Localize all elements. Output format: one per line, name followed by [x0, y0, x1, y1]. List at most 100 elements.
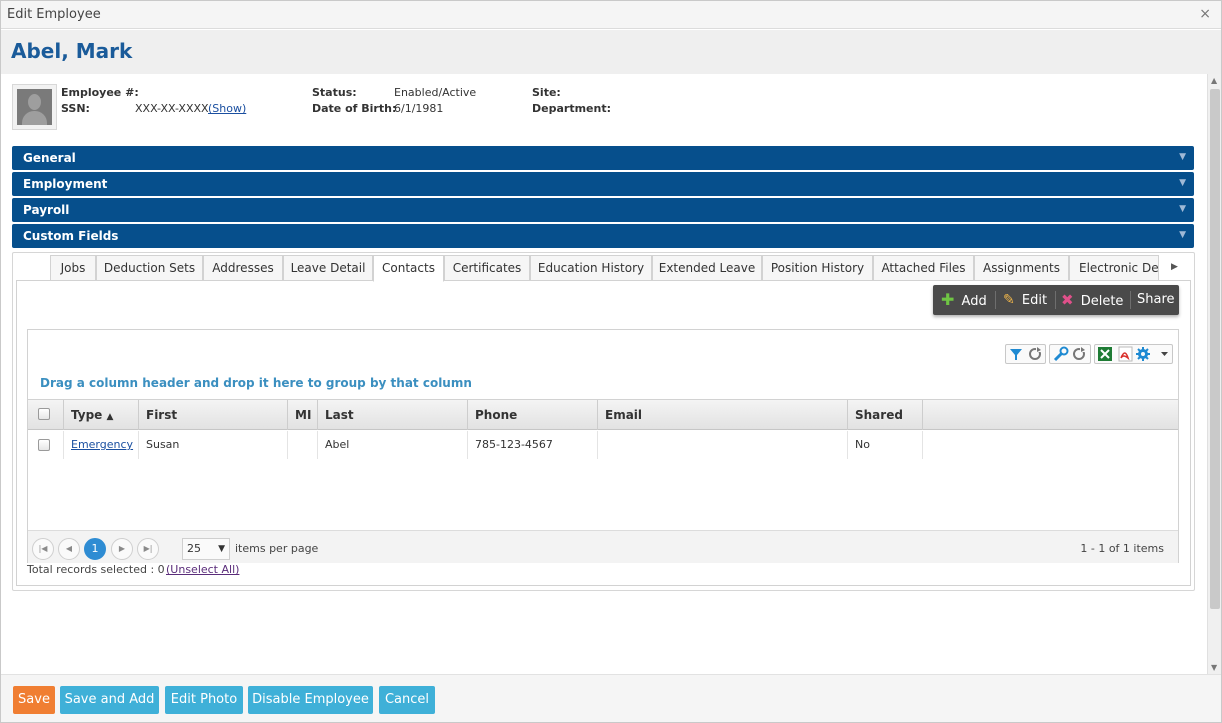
tabs-scroll-right-icon[interactable]: ▶	[1171, 262, 1178, 272]
filter-icon[interactable]	[1010, 349, 1022, 360]
row-shared: No	[848, 431, 923, 459]
sort-ascending-icon: ▲	[106, 412, 114, 422]
column-header-first[interactable]: First	[139, 400, 288, 430]
unselect-all-link[interactable]: (Unselect All)	[166, 563, 239, 576]
column-header-shared[interactable]: Shared	[848, 400, 923, 430]
section-general-label: General	[23, 151, 76, 165]
records-selected-text: Total records selected : 0	[27, 563, 165, 576]
edit-employee-window: Edit Employee × Abel, Mark Employee #: S…	[0, 0, 1222, 723]
reset-icon[interactable]	[1073, 347, 1086, 360]
tab-leave-detail[interactable]: Leave Detail	[283, 255, 373, 281]
edit-button[interactable]: ✎ Edit	[1003, 285, 1047, 315]
table-row[interactable]: Emergency Susan Abel 785-123-4567 No	[28, 431, 1178, 459]
title-bar: Edit Employee ×	[1, 1, 1221, 29]
dob-value: 6/1/1981	[394, 102, 444, 115]
employee-name: Abel, Mark	[11, 39, 133, 63]
tab-jobs[interactable]: Jobs	[50, 255, 96, 281]
row-checkbox[interactable]	[28, 431, 64, 459]
cancel-button[interactable]: Cancel	[379, 686, 435, 714]
section-employment-label: Employment	[23, 177, 108, 191]
pdf-export-icon[interactable]	[1118, 346, 1133, 362]
chevron-down-icon: ▼	[1179, 230, 1186, 240]
tab-contacts[interactable]: Contacts	[373, 255, 444, 282]
pager-info: 1 - 1 of 1 items	[1080, 542, 1164, 555]
next-page-icon[interactable]: ▶	[111, 538, 133, 560]
row-first: Susan	[139, 431, 288, 459]
tab-attached-files[interactable]: Attached Files	[873, 255, 974, 281]
window-title: Edit Employee	[7, 7, 101, 22]
refresh-icon[interactable]	[1029, 347, 1042, 360]
add-button[interactable]: ✚ Add	[941, 285, 987, 315]
excel-export-icon[interactable]	[1098, 347, 1112, 361]
chevron-down-icon: ▼	[1179, 178, 1186, 188]
section-employment[interactable]: Employment ▼	[12, 172, 1194, 196]
tab-position-history[interactable]: Position History	[762, 255, 873, 281]
avatar-placeholder-icon	[17, 89, 52, 125]
tab-electronic-delivery[interactable]: Electronic Del	[1069, 255, 1159, 281]
column-header-mi[interactable]: MI	[288, 400, 318, 430]
scroll-up-icon[interactable]: ▲	[1211, 76, 1217, 85]
row-last: Abel	[318, 431, 468, 459]
tab-education-history[interactable]: Education History	[530, 255, 652, 281]
ssn-show-link[interactable]: (Show)	[208, 102, 246, 115]
delete-x-icon: ✖	[1061, 291, 1074, 309]
section-custom-fields-label: Custom Fields	[23, 229, 119, 243]
row-type-link[interactable]: Emergency	[64, 431, 139, 459]
employee-photo	[12, 84, 57, 130]
tab-deduction-sets[interactable]: Deduction Sets	[96, 255, 203, 281]
plus-icon: ✚	[941, 290, 955, 309]
filter-tools	[1005, 344, 1046, 364]
scrollbar-thumb[interactable]	[1210, 89, 1220, 609]
status-value: Enabled/Active	[394, 86, 477, 99]
column-header-type[interactable]: Type ▲	[64, 400, 139, 430]
save-and-add-button[interactable]: Save and Add	[60, 686, 159, 714]
current-page-button[interactable]: 1	[84, 538, 106, 560]
save-button[interactable]: Save	[13, 686, 55, 714]
tab-certificates[interactable]: Certificates	[444, 255, 530, 281]
close-icon[interactable]: ×	[1199, 6, 1211, 22]
column-header-last[interactable]: Last	[318, 400, 468, 430]
vertical-scrollbar[interactable]: ▲ ▼	[1207, 74, 1221, 674]
row-phone: 785-123-4567	[468, 431, 598, 459]
tab-extended-leave[interactable]: Extended Leave	[652, 255, 762, 281]
ssn-label: SSN:	[61, 102, 90, 115]
chevron-down-icon: ▼	[1179, 204, 1186, 214]
wrench-icon[interactable]	[1053, 346, 1069, 362]
contacts-toolbar: ✚ Add ✎ Edit ✖ Delete Share	[933, 285, 1179, 315]
form-content: Employee #: SSN: XXX-XX-XXXX (Show) Stat…	[1, 74, 1207, 674]
prev-page-icon[interactable]: ◀	[58, 538, 80, 560]
group-by-hint: Drag a column header and drop it here to…	[40, 376, 472, 390]
pencil-icon: ✎	[1003, 292, 1015, 308]
grid-pager: |◀ ◀ 1 ▶ ▶| 25 ▼ items per page 1 - 1 of …	[28, 530, 1178, 563]
chevron-down-icon[interactable]	[1161, 352, 1168, 356]
share-button[interactable]: Share	[1137, 285, 1175, 315]
column-header-phone[interactable]: Phone	[468, 400, 598, 430]
disable-employee-button[interactable]: Disable Employee	[248, 686, 373, 714]
gear-icon[interactable]	[1136, 347, 1150, 361]
first-page-icon[interactable]: |◀	[32, 538, 54, 560]
export-tools	[1094, 344, 1173, 364]
tab-assignments[interactable]: Assignments	[974, 255, 1069, 281]
row-email	[598, 431, 848, 459]
delete-button[interactable]: ✖ Delete	[1061, 285, 1123, 315]
employee-header: Abel, Mark	[1, 30, 1221, 74]
last-page-icon[interactable]: ▶|	[137, 538, 159, 560]
status-label: Status:	[312, 86, 357, 99]
ssn-value: XXX-XX-XXXX	[135, 102, 209, 115]
section-payroll[interactable]: Payroll ▼	[12, 198, 1194, 222]
items-per-page-label: items per page	[235, 542, 319, 555]
tab-addresses[interactable]: Addresses	[203, 255, 283, 281]
chevron-down-icon: ▼	[1179, 152, 1186, 162]
page-size-select[interactable]: 25 ▼	[182, 538, 230, 560]
grid-header: Type ▲ First MI Last Phone Email Shared	[28, 399, 1178, 430]
department-label: Department:	[532, 102, 611, 115]
section-custom-fields[interactable]: Custom Fields ▼	[12, 224, 1194, 248]
select-all-checkbox[interactable]	[28, 400, 64, 430]
row-mi	[288, 431, 318, 459]
column-header-email[interactable]: Email	[598, 400, 848, 430]
employee-number-label: Employee #:	[61, 86, 139, 99]
section-general[interactable]: General ▼	[12, 146, 1194, 170]
chevron-down-icon: ▼	[218, 544, 225, 554]
scroll-down-icon[interactable]: ▼	[1211, 663, 1217, 672]
edit-photo-button[interactable]: Edit Photo	[165, 686, 243, 714]
